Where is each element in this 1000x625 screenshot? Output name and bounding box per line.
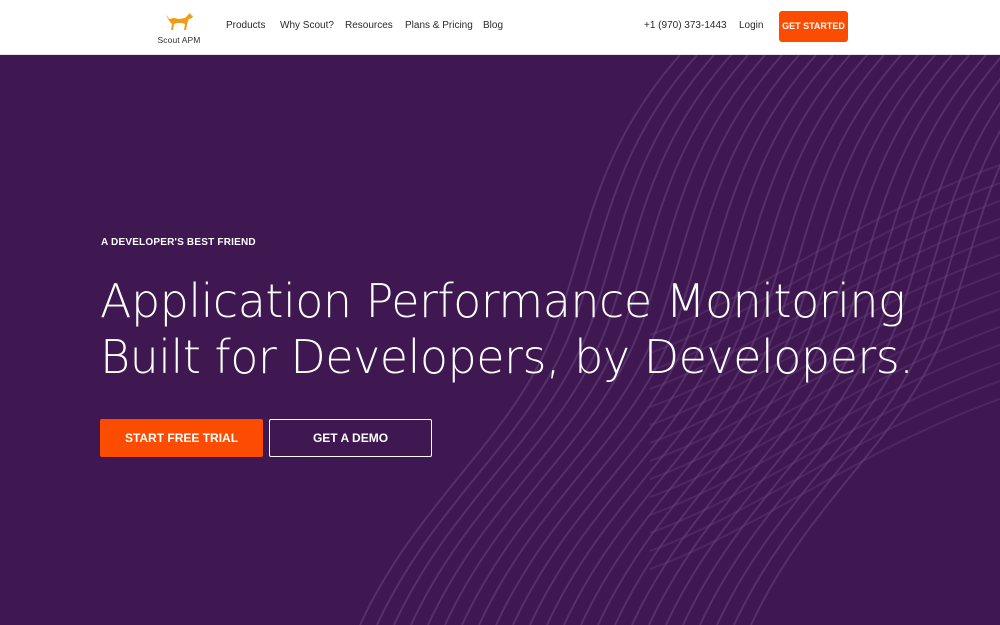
top-navigation: Scout APM Products Why Scout? Resources …: [0, 0, 1000, 55]
phone-link[interactable]: +1 (970) 373-1443: [644, 20, 727, 31]
wave-line: [649, 398, 1000, 570]
headline-line-2: Built for Developers, by Developers.: [100, 330, 914, 384]
headline-line-1: Application Performance Monitoring: [100, 274, 906, 328]
nav-why-scout[interactable]: Why Scout?: [280, 20, 334, 31]
login-link[interactable]: Login: [739, 20, 763, 31]
nav-plans-pricing[interactable]: Plans & Pricing: [405, 20, 473, 31]
nav-resources[interactable]: Resources: [345, 20, 393, 31]
hero-eyebrow: A DEVELOPER'S BEST FRIEND: [101, 237, 256, 248]
logo-link[interactable]: Scout APM: [150, 10, 210, 46]
dog-icon: [166, 13, 193, 30]
nav-blog[interactable]: Blog: [483, 20, 503, 31]
start-free-trial-button[interactable]: START FREE TRIAL: [100, 419, 263, 457]
get-a-demo-button[interactable]: GET A DEMO: [269, 419, 432, 457]
logo-text: Scout APM: [157, 35, 201, 45]
hero-section: A DEVELOPER'S BEST FRIEND Application Pe…: [0, 55, 1000, 625]
nav-products[interactable]: Products: [226, 20, 265, 31]
get-started-button[interactable]: GET STARTED: [779, 11, 848, 42]
hero-headline: Application Performance Monitoring Built…: [100, 273, 914, 385]
